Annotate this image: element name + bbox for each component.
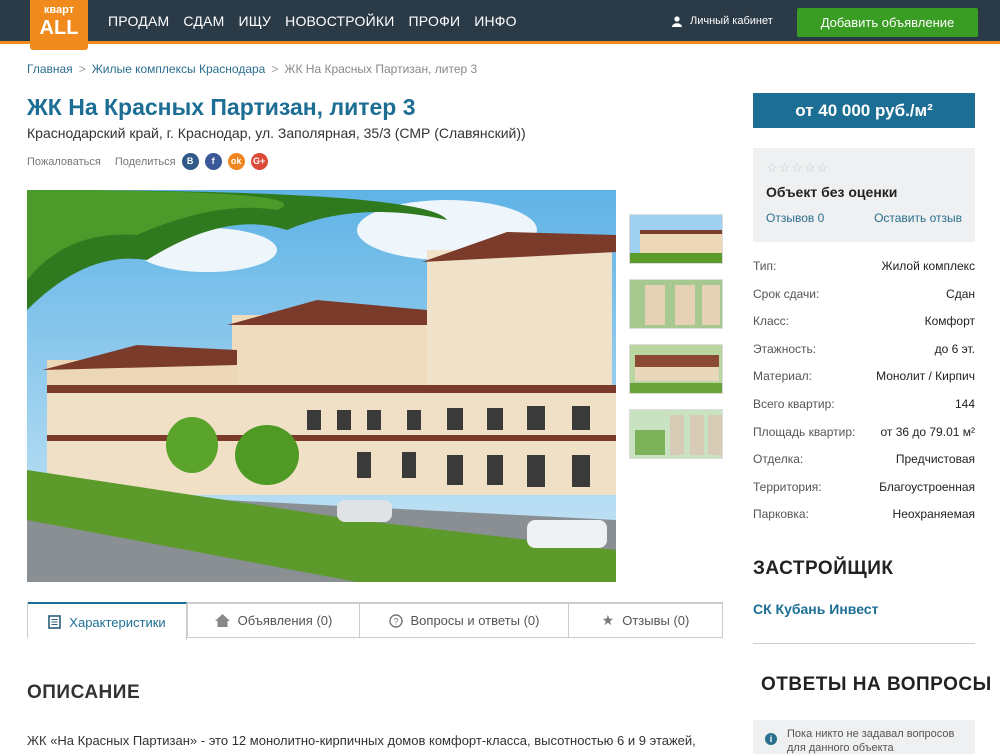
description-text: ЖК «На Красных Партизан» - это 12 моноли… bbox=[27, 733, 696, 748]
developer-heading: ЗАСТРОЙЩИК bbox=[753, 558, 894, 579]
share-label: Поделиться bbox=[114, 155, 176, 168]
object-tabs: Характеристики Объявления (0) ? Вопросы … bbox=[27, 602, 723, 640]
property-value: Комфорт bbox=[924, 314, 975, 329]
tab-label: Характеристики bbox=[69, 614, 166, 630]
thumbnail-image bbox=[630, 345, 722, 393]
photo-thumbnail[interactable] bbox=[629, 409, 723, 459]
tab-label: Вопросы и ответы (0) bbox=[410, 613, 540, 628]
site-logo[interactable]: кварт ALL bbox=[30, 0, 88, 50]
social-bar: Пожаловаться Поделиться В f ok G+ bbox=[27, 153, 268, 170]
property-key: Территория: bbox=[753, 479, 822, 494]
building-render bbox=[27, 190, 616, 582]
breadcrumb: Главная > Жилые комплексы Краснодара > ЖК На… bbox=[27, 62, 478, 76]
breadcrumb-current: ЖК На Красных Партизан, литер 3 bbox=[284, 62, 478, 76]
thumbnail-image bbox=[630, 215, 722, 263]
property-key: Материал: bbox=[753, 369, 812, 384]
description-heading: ОПИСАНИЕ bbox=[27, 682, 141, 703]
vk-icon[interactable]: В bbox=[181, 153, 199, 170]
tab-label: Объявления (0) bbox=[237, 613, 333, 628]
cabinet-link[interactable]: Личный кабинет bbox=[672, 15, 773, 27]
property-value: от 36 до 79.01 м² bbox=[880, 424, 975, 439]
property-key: Площадь квартир: bbox=[753, 424, 856, 439]
property-row: Материал: Монолит / Кирпич bbox=[753, 369, 975, 397]
property-row: Всего квартир: 144 bbox=[753, 397, 975, 425]
tab-listings[interactable]: Объявления (0) bbox=[187, 604, 359, 637]
property-key: Класс: bbox=[753, 314, 789, 329]
rating-stars[interactable]: ☆☆☆☆☆ bbox=[766, 160, 829, 176]
rating-box: ☆☆☆☆☆ Объект без оценки Отзывов 0 Остави… bbox=[753, 148, 975, 242]
property-row: Класс: Комфорт bbox=[753, 314, 975, 342]
property-value: Предчистовая bbox=[895, 452, 975, 467]
cabinet-label: Личный кабинет bbox=[690, 15, 773, 27]
property-row: Парковка: Неохраняемая bbox=[753, 507, 975, 535]
top-bar: кварт ALL ПРОДАМ СДАМ ИЩУ НОВОСТРОЙКИ ПР… bbox=[0, 0, 1000, 50]
svg-text:?: ? bbox=[393, 616, 398, 626]
nav-rent[interactable]: СДАМ bbox=[183, 13, 224, 29]
photo-thumbnail[interactable] bbox=[629, 279, 723, 329]
property-row: Срок сдачи: Сдан bbox=[753, 287, 975, 315]
properties-list: Тип: Жилой комплекс Срок сдачи: Сдан Класс… bbox=[753, 259, 975, 535]
tab-reviews[interactable]: ★ Отзывы (0) bbox=[568, 604, 722, 637]
logo-bottom-text: ALL bbox=[39, 17, 79, 39]
complain-link[interactable]: Пожаловаться bbox=[27, 156, 101, 168]
address: Краснодарский край, г. Краснодар, ул. За… bbox=[27, 125, 526, 141]
property-row: Площадь квартир: от 36 до 79.01 м² bbox=[753, 425, 975, 453]
photo-thumbnail[interactable] bbox=[629, 214, 723, 264]
developer-link[interactable]: СК Кубань Инвест bbox=[753, 601, 878, 617]
google-plus-icon[interactable]: G+ bbox=[250, 153, 268, 170]
user-icon bbox=[672, 15, 682, 27]
property-value: Сдан bbox=[946, 286, 975, 301]
odnoklassniki-icon[interactable]: ok bbox=[227, 153, 245, 170]
house-icon bbox=[214, 614, 230, 627]
thumbnail-image bbox=[630, 410, 722, 458]
property-row: Территория: Благоустроенная bbox=[753, 480, 975, 508]
tab-questions[interactable]: ? Вопросы и ответы (0) bbox=[359, 604, 568, 637]
info-icon: i bbox=[765, 733, 777, 745]
property-key: Тип: bbox=[753, 259, 777, 273]
nav-pro[interactable]: ПРОФИ bbox=[409, 13, 461, 29]
property-value: Монолит / Кирпич bbox=[876, 369, 975, 384]
main-photo[interactable] bbox=[27, 190, 616, 582]
breadcrumb-complexes[interactable]: Жилые комплексы Краснодара bbox=[92, 62, 266, 76]
property-key: Всего квартир: bbox=[753, 396, 835, 411]
qa-notice-text: Пока никто не задавал вопросов для данно… bbox=[787, 728, 955, 754]
facebook-icon[interactable]: f bbox=[204, 153, 222, 170]
property-key: Парковка: bbox=[753, 507, 809, 522]
reviews-count-link[interactable]: Отзывов 0 bbox=[766, 211, 824, 225]
nav-info[interactable]: ИНФО bbox=[474, 13, 517, 29]
property-key: Срок сдачи: bbox=[753, 286, 820, 301]
property-key: Этажность: bbox=[753, 341, 817, 356]
property-value: Неохраняемая bbox=[892, 507, 975, 522]
property-key: Отделка: bbox=[753, 452, 804, 467]
rating-title: Объект без оценки bbox=[766, 184, 898, 200]
divider bbox=[753, 643, 975, 644]
nav-search[interactable]: ИЩУ bbox=[238, 13, 271, 29]
photo-thumbnail[interactable] bbox=[629, 344, 723, 394]
page-title: ЖК На Красных Партизан, литер 3 bbox=[27, 94, 416, 120]
price-badge: от 40 000 руб./м² bbox=[753, 93, 975, 128]
property-value: 144 bbox=[954, 396, 975, 411]
tab-characteristics[interactable]: Характеристики bbox=[28, 602, 187, 640]
property-value: Благоустроенная bbox=[879, 479, 975, 494]
nav-sell[interactable]: ПРОДАМ bbox=[108, 13, 169, 29]
leave-review-link[interactable]: Оставить отзыв bbox=[874, 211, 962, 225]
question-icon: ? bbox=[388, 613, 403, 628]
property-value: до 6 эт. bbox=[934, 341, 975, 356]
logo-top-text: кварт bbox=[43, 4, 75, 16]
property-row: Этажность: до 6 эт. bbox=[753, 342, 975, 370]
star-icon: ★ bbox=[601, 612, 615, 628]
list-icon bbox=[48, 615, 62, 629]
nav-new-buildings[interactable]: НОВОСТРОЙКИ bbox=[285, 13, 394, 29]
qa-notice: i Пока никто не задавал вопросов для дан… bbox=[753, 720, 975, 754]
tab-label: Отзывы (0) bbox=[622, 613, 690, 628]
property-row: Отделка: Предчистовая bbox=[753, 452, 975, 480]
add-listing-button[interactable]: Добавить объявление bbox=[797, 8, 978, 37]
property-row: Тип: Жилой комплекс bbox=[753, 259, 975, 287]
thumbnail-image bbox=[630, 280, 722, 328]
qa-heading: ОТВЕТЫ НА ВОПРОСЫ bbox=[761, 674, 992, 695]
property-value: Жилой комплекс bbox=[881, 259, 976, 273]
main-nav: ПРОДАМ СДАМ ИЩУ НОВОСТРОЙКИ ПРОФИ ИНФО bbox=[108, 13, 517, 29]
breadcrumb-home[interactable]: Главная bbox=[27, 62, 73, 76]
